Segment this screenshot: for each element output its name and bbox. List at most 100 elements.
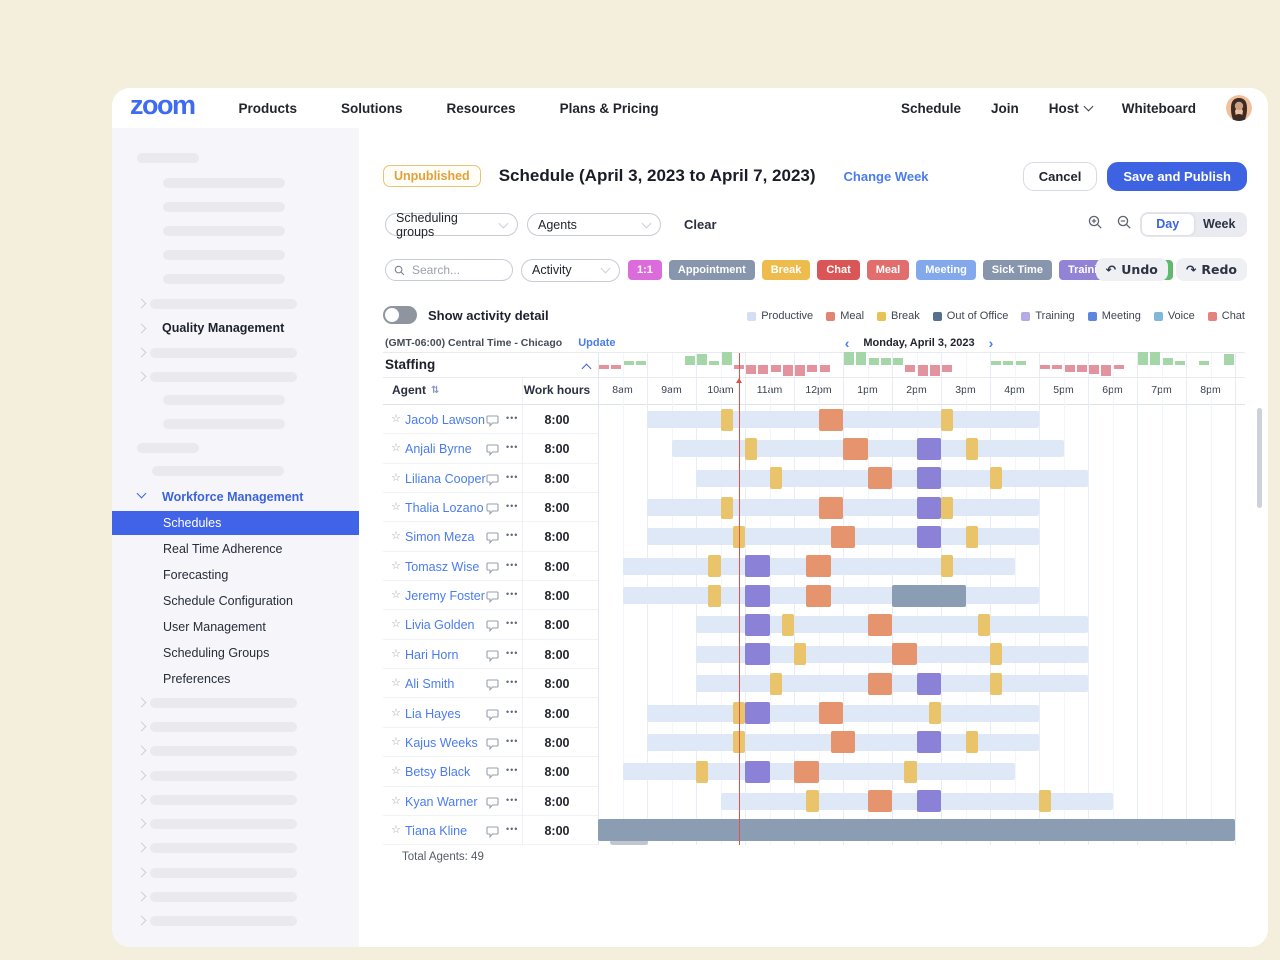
activity-chip-chat[interactable]: Chat [817, 260, 859, 280]
activity-block-break[interactable] [978, 614, 990, 636]
day-tab[interactable]: Day [1142, 214, 1194, 235]
week-tab[interactable]: Week [1194, 214, 1246, 235]
activity-block-training[interactable] [745, 761, 770, 783]
chat-bubble-icon[interactable] [486, 443, 499, 461]
activity-block-break[interactable] [904, 761, 916, 783]
activity-block-break[interactable] [770, 467, 782, 489]
nav-host[interactable]: Host [1049, 101, 1092, 116]
sidebar-item-preferences[interactable]: Preferences [163, 672, 230, 686]
agent-name-link[interactable]: Lia Hayes [405, 707, 461, 721]
shift-bar[interactable] [672, 440, 1064, 457]
star-icon[interactable]: ☆ [391, 529, 401, 542]
activity-chip-sick-time[interactable]: Sick Time [983, 260, 1052, 280]
agent-name-link[interactable]: Hari Horn [405, 648, 459, 662]
activity-block-break[interactable] [990, 643, 1002, 665]
scheduling-groups-select[interactable]: Scheduling groups [385, 213, 518, 236]
activity-block-training[interactable] [917, 673, 942, 695]
sidebar-item-schedule-configuration[interactable]: Schedule Configuration [163, 594, 293, 608]
undo-button[interactable]: ↶Undo [1096, 258, 1168, 281]
star-icon[interactable]: ☆ [391, 794, 401, 807]
shift-bar[interactable] [623, 763, 1015, 780]
activity-block-break[interactable] [990, 673, 1002, 695]
activity-block-meal[interactable] [868, 614, 893, 636]
activity-block-break[interactable] [941, 497, 953, 519]
sidebar-item-quality-management[interactable]: Quality Management [162, 321, 284, 335]
sidebar-item-user-management[interactable]: User Management [163, 620, 266, 634]
sidebar-item-real-time-adherence[interactable]: Real Time Adherence [163, 542, 283, 556]
star-icon[interactable]: ☆ [391, 441, 401, 454]
agent-name-link[interactable]: Betsy Black [405, 765, 470, 779]
agent-name-link[interactable]: Simon Meza [405, 530, 474, 544]
activity-chip-break[interactable]: Break [762, 260, 811, 280]
star-icon[interactable]: ☆ [391, 823, 401, 836]
activity-block-meal[interactable] [868, 790, 893, 812]
change-week-link[interactable]: Change Week [844, 169, 929, 184]
star-icon[interactable]: ☆ [391, 500, 401, 513]
shift-bar[interactable] [647, 499, 1039, 516]
activity-block-meal[interactable] [819, 702, 844, 724]
activity-block-meal[interactable] [868, 467, 893, 489]
chat-bubble-icon[interactable] [486, 561, 499, 579]
activity-block-break[interactable] [966, 438, 978, 460]
activity-block-training[interactable] [745, 702, 770, 724]
chat-bubble-icon[interactable] [486, 796, 499, 814]
collapse-staffing-icon[interactable] [582, 364, 592, 374]
activity-block-break[interactable] [782, 614, 794, 636]
agent-name-link[interactable]: Kyan Warner [405, 795, 477, 809]
star-icon[interactable]: ☆ [391, 617, 401, 630]
activity-block-break[interactable] [929, 702, 941, 724]
activity-block-training[interactable] [917, 467, 942, 489]
clear-filters-button[interactable]: Clear [684, 217, 717, 232]
agent-name-link[interactable]: Thalia Lozano [405, 501, 484, 515]
activity-block-training[interactable] [917, 731, 942, 753]
activity-block-meal[interactable] [868, 673, 893, 695]
next-day-arrow[interactable]: › [989, 336, 994, 350]
activity-block-break[interactable] [721, 409, 733, 431]
agent-name-link[interactable]: Tiana Kline [405, 824, 467, 838]
chat-bubble-icon[interactable] [486, 708, 499, 726]
avatar[interactable] [1226, 95, 1252, 121]
nav-plans-pricing[interactable]: Plans & Pricing [560, 101, 659, 116]
agent-name-link[interactable]: Anjali Byrne [405, 442, 472, 456]
activity-select[interactable]: Activity [521, 259, 620, 282]
chat-bubble-icon[interactable] [486, 473, 499, 491]
star-icon[interactable]: ☆ [391, 471, 401, 484]
chat-bubble-icon[interactable] [486, 590, 499, 608]
activity-block-break[interactable] [966, 526, 978, 548]
sidebar-item-forecasting[interactable]: Forecasting [163, 568, 228, 582]
agent-name-link[interactable]: Jacob Lawson [405, 413, 485, 427]
activity-block-meal[interactable] [831, 731, 856, 753]
activity-chip-1-1[interactable]: 1:1 [628, 260, 662, 280]
nav-schedule[interactable]: Schedule [901, 101, 961, 116]
shift-bar[interactable] [696, 675, 1088, 692]
shift-bar[interactable] [647, 705, 1039, 722]
zoom-out-icon[interactable] [1117, 215, 1132, 235]
cancel-button[interactable]: Cancel [1023, 162, 1098, 191]
activity-block-break[interactable] [941, 409, 953, 431]
activity-block-training[interactable] [917, 438, 942, 460]
vertical-scrollbar[interactable] [1257, 408, 1262, 508]
activity-block-meal[interactable] [843, 438, 868, 460]
activity-block-out-of-office[interactable] [892, 585, 966, 607]
redo-button[interactable]: ↷Redo [1176, 258, 1247, 281]
zoom-in-icon[interactable] [1088, 215, 1103, 235]
agent-name-link[interactable]: Jeremy Foster [405, 589, 485, 603]
activity-block-meal[interactable] [819, 497, 844, 519]
agent-name-link[interactable]: Kajus Weeks [405, 736, 478, 750]
star-icon[interactable]: ☆ [391, 764, 401, 777]
activity-block-training[interactable] [917, 497, 942, 519]
nav-products[interactable]: Products [239, 101, 298, 116]
activity-block-meal[interactable] [831, 526, 856, 548]
activity-block-break[interactable] [708, 585, 720, 607]
activity-block-break[interactable] [708, 555, 720, 577]
activity-block-break[interactable] [745, 438, 757, 460]
activity-block-training[interactable] [745, 643, 770, 665]
update-timezone-link[interactable]: Update [578, 337, 615, 349]
star-icon[interactable]: ☆ [391, 735, 401, 748]
chat-bubble-icon[interactable] [486, 619, 499, 637]
activity-block-meal[interactable] [806, 555, 831, 577]
agent-name-link[interactable]: Ali Smith [405, 677, 454, 691]
sidebar-item-workforce-management[interactable]: Workforce Management [162, 490, 303, 504]
star-icon[interactable]: ☆ [391, 559, 401, 572]
star-icon[interactable]: ☆ [391, 588, 401, 601]
